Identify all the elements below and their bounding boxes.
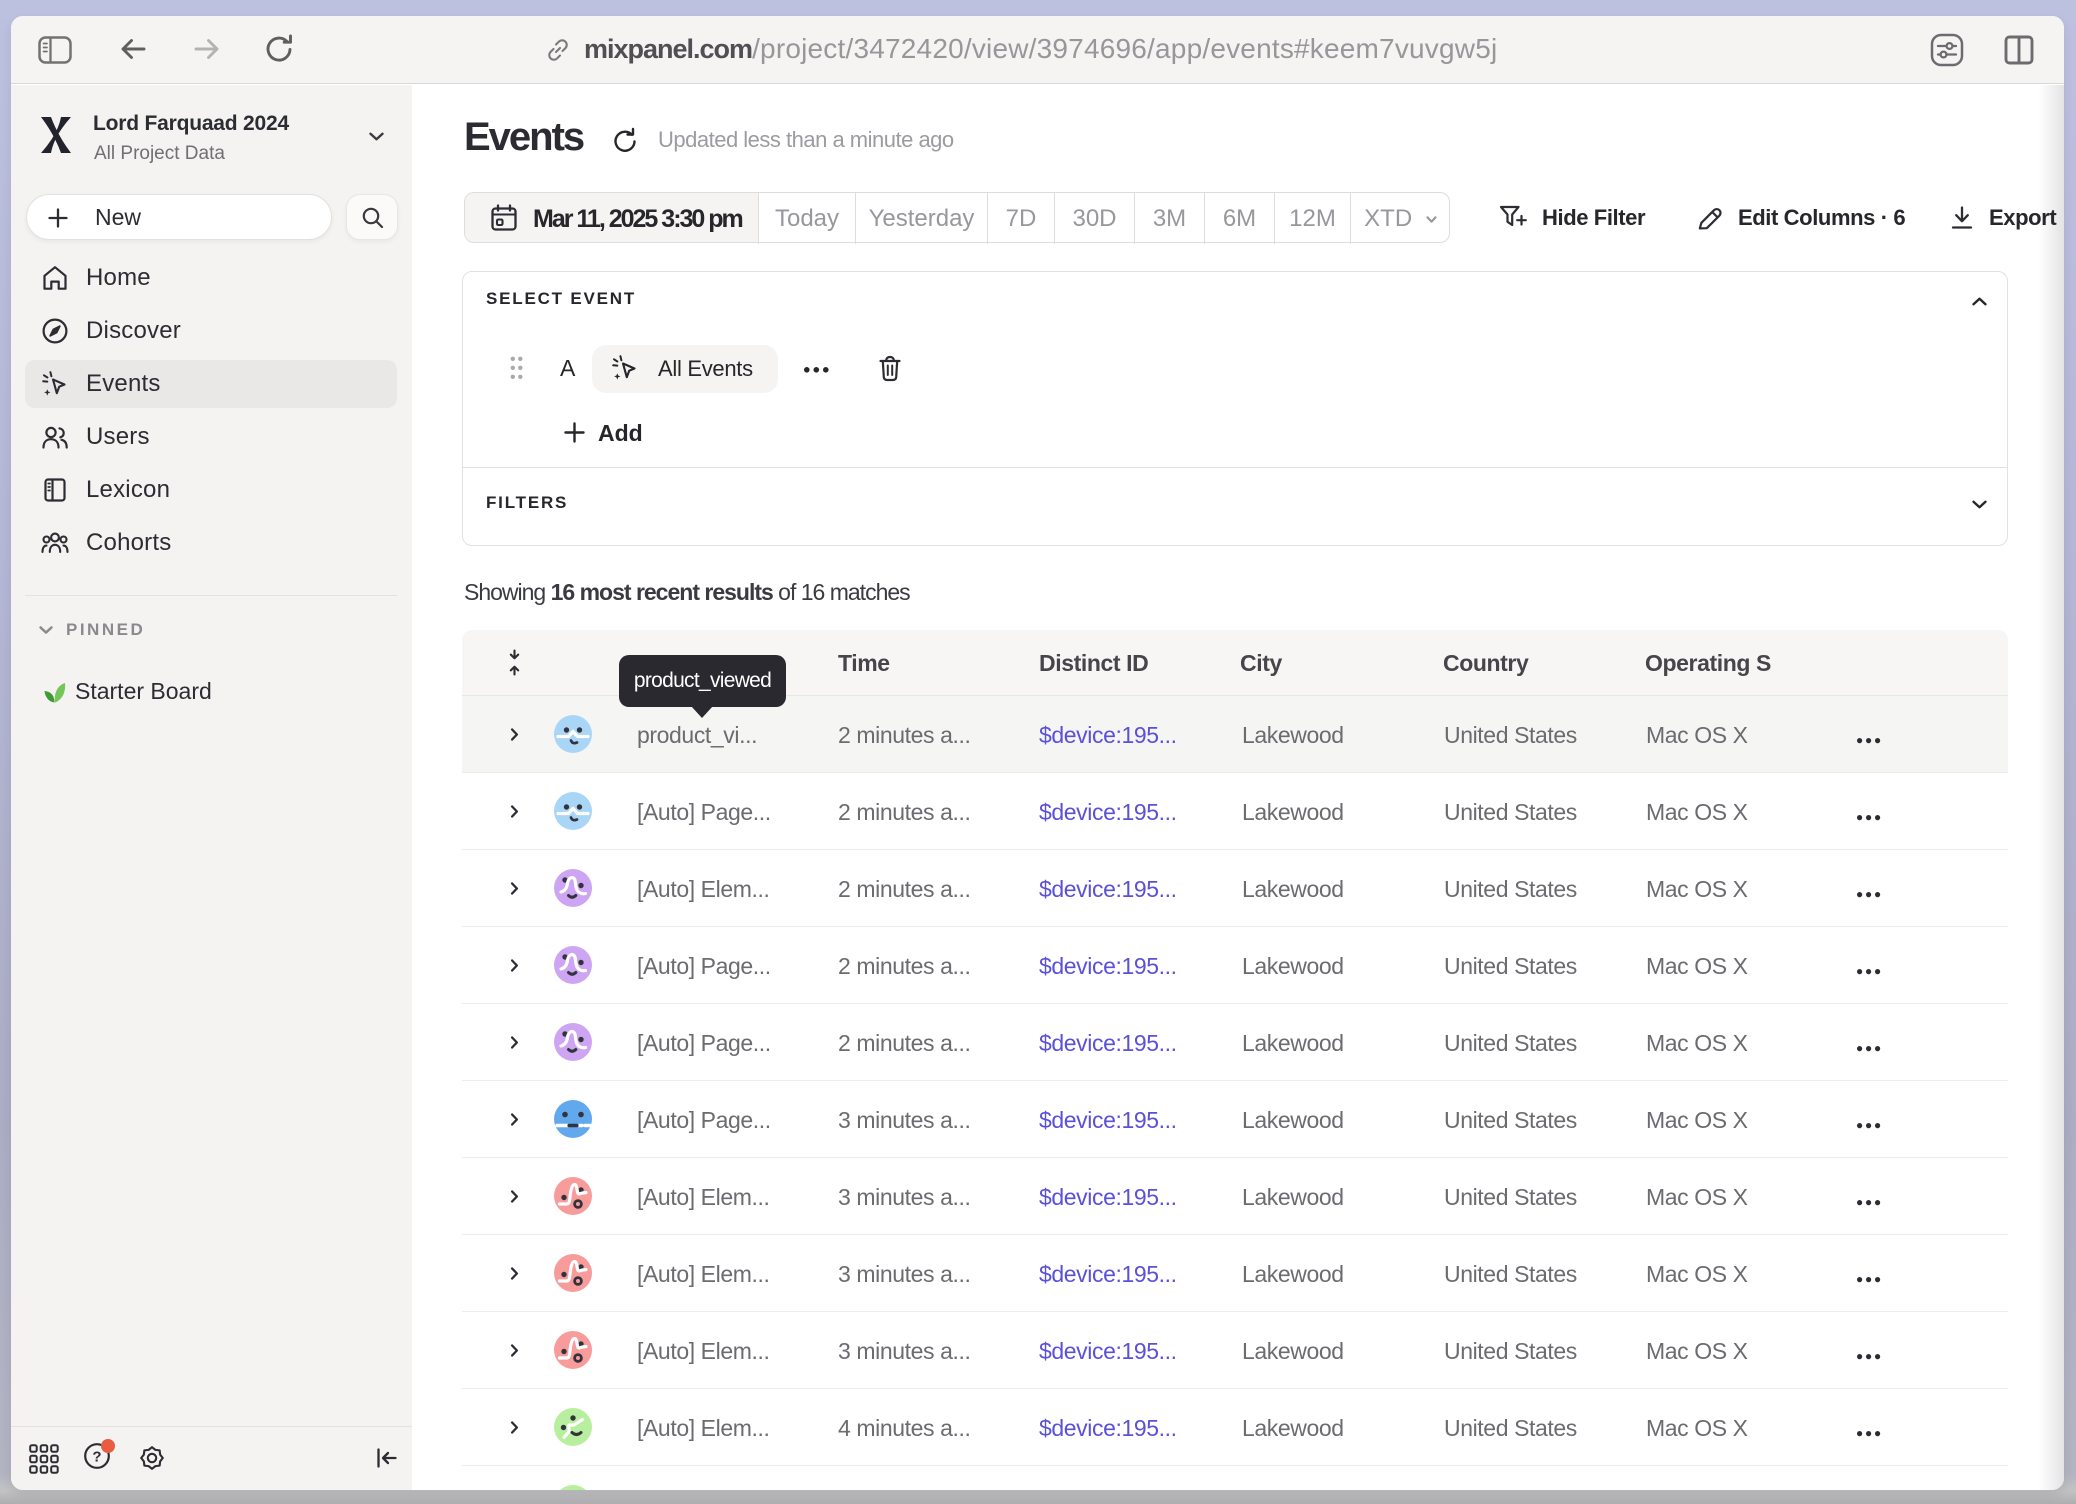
svg-text:?: ?	[92, 1449, 101, 1466]
